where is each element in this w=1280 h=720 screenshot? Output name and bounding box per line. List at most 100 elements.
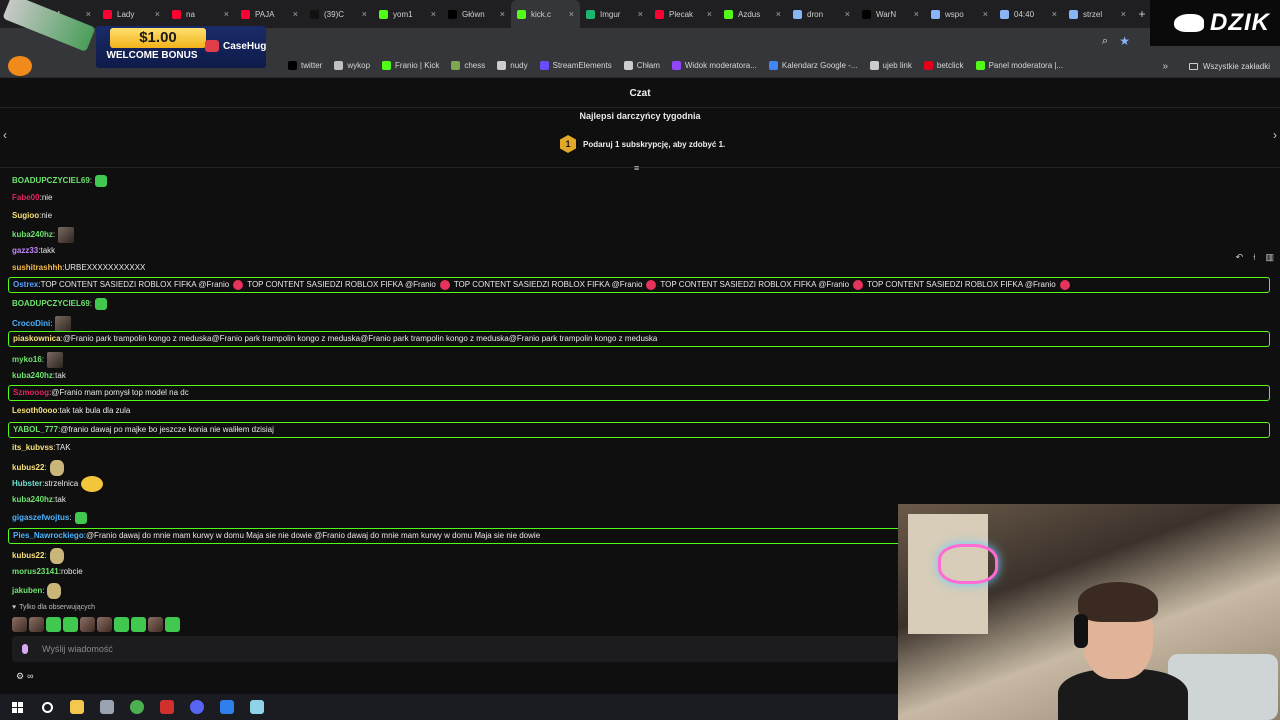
browser-tab[interactable]: (39)C × [304, 0, 373, 28]
chat-message[interactable]: jakuben: [12, 583, 62, 599]
bookmark-item[interactable]: Kalendarz Google -... [768, 61, 858, 70]
app-icon[interactable] [98, 698, 116, 716]
chat-message[interactable]: gigaszefwojtus: [12, 512, 87, 524]
emote-icon[interactable] [46, 617, 61, 632]
bookmark-item[interactable]: twitter [288, 61, 322, 70]
chat-username[interactable]: kuba240hz [12, 370, 53, 382]
taskbar-search-icon[interactable] [38, 698, 56, 716]
chevron-right-icon[interactable]: › [1273, 128, 1277, 142]
close-tab-icon[interactable]: × [431, 9, 436, 19]
bookmarks-more-button[interactable]: » [1162, 61, 1168, 72]
chat-username[interactable]: sushitrashhh [12, 262, 62, 274]
browser-tab[interactable]: kick.c × [511, 0, 580, 28]
close-tab-icon[interactable]: × [638, 9, 643, 19]
pin-icon[interactable]: ⍿ [1253, 252, 1255, 263]
infinity-icon[interactable]: ∞ [27, 671, 33, 682]
delete-icon[interactable]: ▥ [1265, 252, 1274, 263]
chat-message[interactable]: Lesoth0ooo: tak tak bula dla zula [12, 405, 130, 417]
bookmark-item[interactable]: betclick [923, 61, 964, 70]
close-tab-icon[interactable]: × [569, 9, 574, 19]
bookmark-item[interactable]: Widok moderatora... [671, 61, 757, 70]
chat-message[interactable]: kuba240hz: tak [12, 370, 66, 382]
chat-message[interactable]: BOADUPCZYCIEL69: [12, 298, 108, 310]
close-tab-icon[interactable]: × [1121, 9, 1126, 19]
bookmark-item[interactable]: StreamElements [539, 61, 612, 70]
browser-tab[interactable]: 04:40 × [994, 0, 1063, 28]
chat-message[interactable]: kubus22: [12, 548, 64, 564]
emote-icon[interactable] [114, 617, 129, 632]
chat-username[interactable]: Ostrex [13, 279, 38, 291]
browser-tab[interactable]: Plecak × [649, 0, 718, 28]
close-tab-icon[interactable]: × [707, 9, 712, 19]
bookmark-item[interactable]: wykop [334, 61, 370, 70]
chat-username[interactable]: kubus22 [12, 550, 44, 562]
bookmark-item[interactable]: Panel moderatora |... [975, 61, 1063, 70]
chat-message[interactable]: BOADUPCZYCIEL69: [12, 175, 108, 187]
emote-icon[interactable] [80, 617, 95, 632]
close-tab-icon[interactable]: × [362, 9, 367, 19]
bookmark-item[interactable]: Franio | Kick [382, 61, 439, 70]
chat-username[interactable]: kubus22 [12, 462, 44, 474]
close-tab-icon[interactable]: × [1052, 9, 1057, 19]
emote-icon[interactable] [165, 617, 180, 632]
settings-icon[interactable]: ⚙ [16, 671, 24, 682]
bookmark-item[interactable]: nudy [497, 61, 528, 70]
chat-message[interactable]: piaskownica: @Franio park trampolin kong… [8, 331, 1270, 347]
browser-tab[interactable]: strzel × [1063, 0, 1132, 28]
chat-username[interactable]: Pies_Nawrockiego [13, 530, 84, 542]
chrome-icon[interactable] [128, 698, 146, 716]
windows-start-icon[interactable] [8, 698, 26, 716]
chat-username[interactable]: its_kubvss [12, 442, 53, 454]
chat-username[interactable]: kuba240hz [12, 494, 53, 506]
microphone-icon[interactable] [22, 644, 28, 654]
app-icon[interactable] [218, 698, 236, 716]
browser-tab[interactable]: yom1 × [373, 0, 442, 28]
close-tab-icon[interactable]: × [914, 9, 919, 19]
chat-username[interactable]: BOADUPCZYCIEL69 [12, 298, 90, 310]
bookmark-item[interactable]: chess [451, 61, 485, 70]
chat-username[interactable]: kuba240hz [12, 229, 53, 241]
chat-message[interactable]: Ostrex: TOP CONTENT SASIEDZI ROBLOX FIFK… [8, 277, 1270, 293]
chat-message[interactable]: morus23141: robcie [12, 566, 83, 578]
file-explorer-icon[interactable] [68, 698, 86, 716]
chat-message[interactable]: CrocoDini: [12, 316, 72, 332]
bookmark-item[interactable]: Chłam [623, 61, 660, 70]
chat-message[interactable]: kuba240hz: [12, 227, 75, 243]
top-donors-row[interactable]: 1 Podaruj 1 subskrypcję, aby zdobyć 1. [560, 135, 725, 153]
chat-message[interactable]: myko16: [12, 352, 64, 368]
chat-username[interactable]: piaskownica [13, 333, 61, 345]
chat-message[interactable]: YABOL_777: @franio dawaj po majke bo jes… [8, 422, 1270, 438]
chat-username[interactable]: CrocoDini [12, 318, 50, 330]
chat-message[interactable]: Fabe00: nie [12, 192, 53, 204]
chat-message[interactable]: Hubster: strzelnica [12, 476, 104, 492]
reply-icon[interactable]: ↶ [1236, 252, 1244, 263]
chat-username[interactable]: Lesoth0ooo [12, 405, 57, 417]
search-icon[interactable]: ⌕ [1102, 35, 1108, 48]
emote-icon[interactable] [148, 617, 163, 632]
emote-icon[interactable] [29, 617, 44, 632]
chat-username[interactable]: jakuben [12, 585, 42, 597]
chevron-left-icon[interactable]: ‹ [3, 128, 7, 142]
close-tab-icon[interactable]: × [500, 9, 505, 19]
close-tab-icon[interactable]: × [983, 9, 988, 19]
chat-username[interactable]: myko16 [12, 354, 42, 366]
chat-message[interactable]: kubus22: [12, 460, 64, 476]
chat-message[interactable]: Szmooog: @Franio mam pomysł top model na… [8, 385, 1270, 401]
chat-message[interactable]: kuba240hz: tak [12, 494, 66, 506]
chat-username[interactable]: morus23141 [12, 566, 59, 578]
discord-icon[interactable] [188, 698, 206, 716]
chat-username[interactable]: Hubster [12, 478, 42, 490]
browser-tab[interactable]: Azdus × [718, 0, 787, 28]
chat-message[interactable]: sushitrashhh: URBEXXXXXXXXXXX [12, 262, 145, 274]
app-icon[interactable] [248, 698, 266, 716]
emote-icon[interactable] [131, 617, 146, 632]
chat-input[interactable]: Wyślij wiadomość [12, 636, 898, 662]
browser-tab[interactable]: dron × [787, 0, 856, 28]
browser-tab[interactable]: wspo × [925, 0, 994, 28]
browser-tab[interactable]: WarN × [856, 0, 925, 28]
emote-icon[interactable] [12, 617, 27, 632]
emote-icon[interactable] [97, 617, 112, 632]
chat-message[interactable]: gazz33: takk [12, 245, 55, 257]
bookmark-star-icon[interactable]: ★ [1119, 34, 1130, 48]
emote-icon[interactable] [63, 617, 78, 632]
